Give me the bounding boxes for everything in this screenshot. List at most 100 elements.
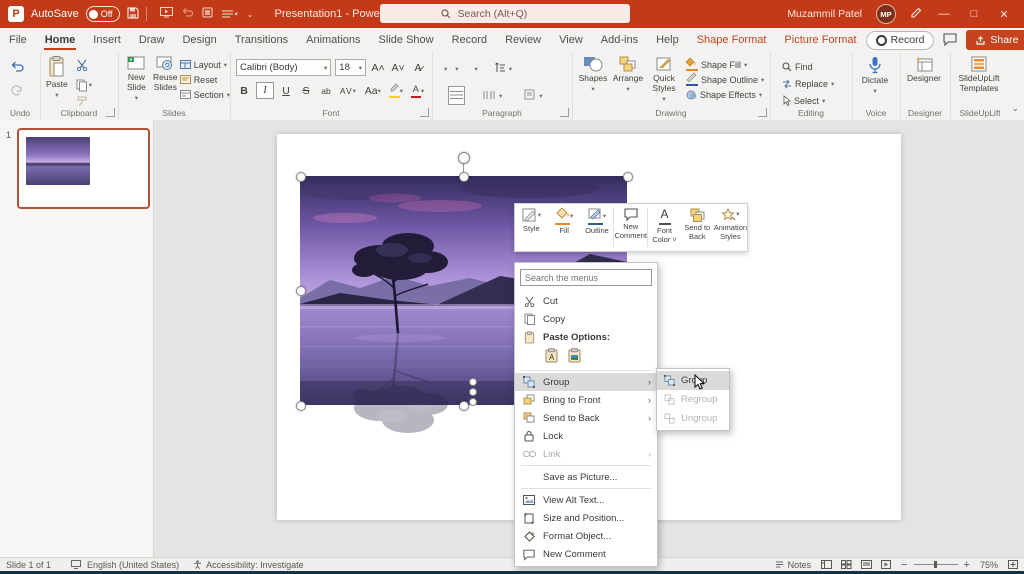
increase-font-size-button[interactable]: A˄ (370, 60, 386, 75)
collapse-ribbon-chevron-icon[interactable]: ⌄ (1011, 103, 1019, 114)
submenu-item-group[interactable]: Group (657, 371, 729, 390)
text-shadow-button[interactable]: ab (318, 83, 334, 98)
menu-item-new-comment[interactable]: New Comment (515, 545, 657, 563)
reset-button[interactable]: Reset (180, 73, 218, 86)
language-indicator[interactable]: English (United States) (87, 560, 179, 570)
align-right-button[interactable] (448, 86, 465, 105)
powerpoint-app-icon[interactable]: P (8, 6, 24, 22)
designer-button[interactable]: Designer (900, 52, 948, 84)
selection-handle-bottom-left[interactable] (296, 401, 306, 411)
mini-send-to-back-button[interactable]: Send to Back (681, 204, 714, 251)
slideshow-view-icon[interactable] (881, 560, 891, 569)
tab-record[interactable]: Record (443, 30, 496, 50)
shape-handle-dot-2[interactable] (469, 388, 477, 396)
shape-outline-button[interactable]: Shape Outline▾ (686, 73, 764, 86)
menu-item-copy[interactable]: Copy (515, 310, 657, 328)
italic-button[interactable]: I (256, 82, 274, 99)
mini-animation-styles-button[interactable]: ▾ Animation Styles (714, 204, 747, 251)
font-name-dropdown[interactable]: Calibri (Body)▾ (236, 59, 331, 76)
menu-item-cut[interactable]: Cut (515, 292, 657, 310)
touch-mouse-mode-icon[interactable] (202, 7, 213, 21)
paste-picture-button[interactable] (566, 347, 582, 363)
tab-transitions[interactable]: Transitions (226, 30, 297, 50)
arrange-button[interactable]: Arrange▾ (610, 52, 646, 103)
shape-effects-button[interactable]: Shape Effects▾ (686, 88, 762, 101)
selection-handle-bottom-middle[interactable] (459, 401, 469, 411)
strikethrough-button[interactable]: S (298, 83, 314, 98)
normal-view-icon[interactable] (821, 560, 832, 569)
slide-sorter-view-icon[interactable] (841, 560, 852, 569)
selection-handle-top-right[interactable] (623, 172, 633, 182)
underline-button[interactable]: U (278, 83, 294, 98)
highlight-color-button[interactable]: ▾ (387, 83, 405, 98)
paragraph-dialog-launcher[interactable] (560, 108, 569, 117)
decrease-font-size-button[interactable]: A˅ (390, 60, 406, 75)
clear-formatting-button[interactable]: A̷ (410, 60, 426, 75)
maximize-button[interactable]: □ (966, 8, 982, 20)
reuse-slides-button[interactable]: Reuse Slides (151, 52, 180, 102)
tab-animations[interactable]: Animations (297, 30, 369, 50)
tab-add-ins[interactable]: Add-ins (592, 30, 647, 50)
selection-handle-top-left[interactable] (296, 172, 306, 182)
tab-design[interactable]: Design (173, 30, 225, 50)
present-from-beginning-icon[interactable] (160, 7, 173, 21)
tab-picture-format[interactable]: Picture Format (775, 30, 865, 50)
quick-styles-button[interactable]: Quick Styles▾ (646, 52, 682, 103)
accessibility-status[interactable]: Accessibility: Investigate (193, 560, 304, 570)
zoom-level[interactable]: 75% (980, 560, 998, 570)
undo-button[interactable] (10, 59, 40, 77)
section-button[interactable]: Section▾ (180, 88, 230, 101)
tab-insert[interactable]: Insert (84, 30, 130, 50)
menu-item-bring-to-front[interactable]: Bring to Front › (515, 391, 657, 409)
dictate-button[interactable]: Dictate▾ (852, 52, 898, 95)
paste-keep-formatting-button[interactable]: A (543, 347, 559, 363)
align-text-button[interactable] (524, 87, 535, 105)
shapes-button[interactable]: Shapes▾ (576, 52, 610, 103)
close-button[interactable]: ✕ (996, 8, 1012, 21)
reading-view-icon[interactable] (861, 560, 872, 569)
comments-icon[interactable] (943, 33, 957, 48)
slide-thumbnail[interactable] (17, 128, 150, 209)
tab-slide-show[interactable]: Slide Show (370, 30, 443, 50)
copy-button[interactable]: ▾ (76, 79, 92, 91)
notes-toggle[interactable]: Notes (775, 560, 812, 570)
shape-fill-button[interactable]: Shape Fill▾ (686, 58, 747, 71)
tab-review[interactable]: Review (496, 30, 550, 50)
change-case-button[interactable]: Aa▾ (363, 83, 383, 98)
font-dialog-launcher[interactable] (420, 108, 429, 117)
user-name[interactable]: Muzammil Patel (787, 8, 862, 20)
ribbon-display-options-icon[interactable] (910, 7, 922, 22)
search-input[interactable] (456, 7, 570, 21)
record-button[interactable]: Record (866, 31, 935, 50)
menu-item-view-alt-text[interactable]: View Alt Text... (515, 491, 657, 509)
shape-handle-dot-3[interactable] (469, 398, 477, 406)
selection-handle-top-middle[interactable] (459, 172, 469, 182)
qat-more-chevron-icon[interactable]: ⌄ (247, 10, 254, 19)
font-color-button[interactable]: A ▾ (409, 83, 426, 98)
tab-draw[interactable]: Draw (130, 30, 174, 50)
text-direction-button[interactable] (494, 60, 505, 78)
replace-button[interactable]: Replace▾ (782, 77, 834, 90)
clipboard-dialog-launcher[interactable] (106, 108, 115, 117)
theme-indicator[interactable] (71, 560, 81, 569)
columns-button[interactable] (483, 87, 495, 105)
zoom-slider[interactable] (914, 564, 958, 565)
rotation-handle[interactable] (458, 152, 470, 164)
tab-file[interactable]: File (0, 30, 36, 50)
character-spacing-button[interactable]: AV▾ (338, 83, 359, 98)
selection-handle-middle-left[interactable] (296, 286, 306, 296)
style-button[interactable]: ▾ Style (515, 204, 548, 251)
tab-help[interactable]: Help (647, 30, 688, 50)
menu-item-format-object[interactable]: Format Object... (515, 527, 657, 545)
menu-item-group[interactable]: Group › (515, 373, 657, 391)
mini-new-comment-button[interactable]: New Comment (614, 204, 647, 251)
tab-shape-format[interactable]: Shape Format (688, 30, 776, 50)
zoom-out-button[interactable]: − (901, 559, 907, 571)
menu-item-size-and-position[interactable]: Size and Position... (515, 509, 657, 527)
mini-font-color-button[interactable]: A Font Color ˅ (648, 204, 681, 251)
select-button[interactable]: Select▾ (782, 94, 825, 107)
paste-button[interactable]: Paste ▾ (46, 52, 68, 112)
cut-button[interactable] (76, 58, 92, 76)
menu-search-box[interactable] (520, 269, 652, 286)
tab-home[interactable]: Home (36, 30, 85, 50)
